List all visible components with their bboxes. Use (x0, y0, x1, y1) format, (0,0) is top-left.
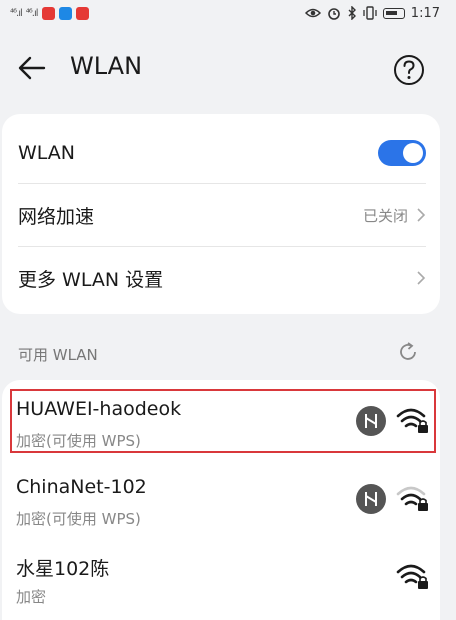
alarm-icon (327, 8, 340, 20)
help-icon[interactable] (392, 53, 426, 87)
chevron-right-icon (417, 271, 426, 285)
wlan-label: WLAN (18, 142, 76, 164)
network-name: 水星102陈 (16, 558, 110, 580)
app-header: WLAN (0, 40, 456, 96)
network-item[interactable]: HUAWEI-haodeok 加密(可使用 WPS) (2, 384, 440, 462)
signal-icon: ⁴⁶.ıl (10, 7, 23, 19)
wps-icon[interactable] (356, 484, 386, 514)
wifi-locked-icon (396, 486, 428, 511)
app-notification-icon (58, 6, 72, 20)
wlan-settings-card: WLAN 网络加速 已关闭 更多 WLAN 设置 (2, 114, 440, 314)
eye-icon (304, 8, 321, 18)
page-title: WLAN (70, 52, 143, 80)
wifi-locked-icon (396, 408, 428, 433)
network-accel-label: 网络加速 (18, 205, 95, 228)
wlan-toggle[interactable] (378, 140, 426, 166)
network-security: 加密(可使用 WPS) (16, 510, 141, 528)
wps-icon[interactable] (356, 406, 386, 436)
refresh-icon[interactable] (396, 340, 420, 364)
more-wlan-settings-row[interactable]: 更多 WLAN 设置 (18, 247, 426, 309)
status-time: 1:17 (410, 5, 440, 21)
network-security: 加密 (16, 588, 47, 606)
chevron-right-icon (417, 208, 426, 222)
more-wlan-settings-label: 更多 WLAN 设置 (18, 268, 164, 291)
network-item[interactable]: 水星102陈 加密 (2, 540, 440, 618)
network-item[interactable]: ChinaNet-102 加密(可使用 WPS) (2, 462, 440, 540)
signal-icon: ⁴⁶.ıl (25, 7, 39, 19)
back-arrow-icon[interactable] (14, 50, 50, 86)
network-list: HUAWEI-haodeok 加密(可使用 WPS) ChinaNet-102 … (2, 380, 440, 620)
status-right: 1:17 (304, 5, 456, 21)
app-notification-icon (75, 6, 89, 20)
network-accel-value: 已关闭 (362, 206, 408, 225)
wifi-locked-icon (396, 564, 428, 589)
network-accel-status: 已关闭 (363, 205, 426, 226)
network-accel-row[interactable]: 网络加速 已关闭 (18, 184, 426, 246)
network-name: HUAWEI-haodeok (16, 398, 182, 420)
wlan-toggle-row[interactable]: WLAN (18, 122, 426, 184)
toggle-knob (403, 143, 423, 163)
bluetooth-icon (348, 6, 356, 20)
available-wlan-header: 可用 WLAN (18, 346, 98, 364)
status-left: ⁴⁶.ıl ⁴⁶.ıl (0, 6, 89, 20)
status-bar: ⁴⁶.ıl ⁴⁶.ıl 1:17 (0, 0, 456, 26)
app-notification-icon (41, 6, 55, 20)
network-security: 加密(可使用 WPS) (16, 432, 141, 450)
vibrate-icon (363, 6, 377, 20)
battery-icon (382, 7, 405, 19)
network-name: ChinaNet-102 (16, 476, 147, 498)
